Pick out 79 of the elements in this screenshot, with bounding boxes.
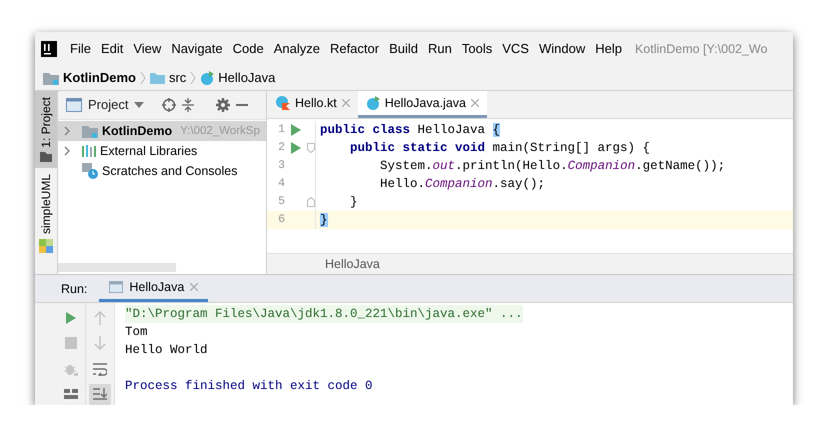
code-line: public class HelloJava { <box>320 122 500 137</box>
chevron-icon <box>140 70 146 85</box>
kotlin-file-icon <box>275 95 290 110</box>
run-icon <box>65 310 77 325</box>
console-line: Tom <box>125 325 148 339</box>
breadcrumb-item[interactable]: HelloJava <box>200 70 276 86</box>
console-icon <box>109 281 124 293</box>
line-number: 2 <box>277 141 285 154</box>
menu-item[interactable]: Code <box>228 41 269 56</box>
up-arrow-icon <box>94 310 106 325</box>
menu-item[interactable]: Edit <box>96 41 128 56</box>
fold-marker-icon[interactable] <box>307 196 315 207</box>
breadcrumb-item[interactable]: src <box>150 70 186 86</box>
stop-icon <box>65 337 77 350</box>
run-icon[interactable] <box>291 124 301 136</box>
file-tab[interactable]: Hello.kt <box>267 90 358 118</box>
scrollbar-thumb[interactable] <box>58 263 176 272</box>
class-icon <box>366 96 380 110</box>
panel-icon <box>66 98 82 112</box>
settings-icon[interactable] <box>216 98 230 112</box>
menu-item[interactable]: View <box>128 41 166 56</box>
menu-item[interactable]: Window <box>534 41 590 56</box>
menu-item[interactable]: Help <box>590 41 627 56</box>
panel-title[interactable]: Project <box>88 97 128 112</box>
line-number: 3 <box>277 159 285 172</box>
toolbar-button[interactable] <box>89 384 111 405</box>
folder-icon <box>43 70 59 85</box>
code-line: } <box>349 194 358 209</box>
code-line: public static void main(String[] args) { <box>349 140 650 155</box>
uml-icon <box>39 239 53 254</box>
breadcrumb-bar[interactable]: HelloJava <box>267 253 793 274</box>
tree-item[interactable]: External Libraries <box>58 140 266 161</box>
soft-wrap-icon <box>93 362 107 376</box>
console-line: Process finished with exit code 0 <box>125 379 373 393</box>
collapse-icon[interactable] <box>182 98 194 112</box>
menu-item[interactable]: Refactor <box>324 41 384 56</box>
line-number: 6 <box>277 213 285 226</box>
tree-item[interactable]: KotlinDemo Y:\002_WorkSp <box>58 120 266 141</box>
class-icon <box>200 70 214 85</box>
down-arrow-icon <box>94 336 106 350</box>
fold-marker-icon[interactable] <box>307 142 315 153</box>
app-logo-icon <box>41 40 57 57</box>
target-icon[interactable] <box>162 98 176 112</box>
folder-icon <box>40 152 52 162</box>
code-line: System.out.println(Hello.Companion.getName()); <box>379 158 726 173</box>
library-icon <box>82 144 96 157</box>
close-icon[interactable] <box>190 283 198 291</box>
menu-item[interactable]: Navigate <box>166 41 228 56</box>
menu-item[interactable]: Tools <box>456 41 498 56</box>
panel-label: Run: <box>61 282 88 296</box>
run-tab[interactable]: HelloJava <box>99 275 208 302</box>
tool-window-tab[interactable]: simpleUML <box>35 168 57 260</box>
menu-item[interactable]: Build <box>384 41 424 56</box>
line-number: 5 <box>277 195 285 208</box>
breadcrumb-item[interactable]: KotlinDemo <box>43 70 136 86</box>
caret-icon[interactable] <box>134 102 144 108</box>
menu-item[interactable]: Run <box>423 41 457 56</box>
console-line: Hello World <box>125 343 208 357</box>
run-icon[interactable] <box>291 142 301 154</box>
menu-item[interactable]: File <box>65 41 96 56</box>
file-tab[interactable]: HelloJava.java <box>358 90 487 118</box>
folder-icon <box>150 72 165 84</box>
layout-icon <box>64 389 78 400</box>
scroll-to-end-icon <box>93 387 107 402</box>
expand-chevron-icon[interactable] <box>62 126 72 136</box>
tool-window-tab[interactable]: 1: Project <box>35 90 57 168</box>
tree-item[interactable]: Scratches and Consoles <box>58 160 266 181</box>
line-number: 1 <box>277 123 285 136</box>
folder-icon <box>82 124 98 138</box>
close-icon[interactable] <box>342 98 350 107</box>
chevron-icon <box>190 70 196 85</box>
line-number: 4 <box>277 177 285 190</box>
window-title: KotlinDemo [Y:\002_Wo <box>634 42 768 56</box>
code-line: Hello.Companion.say(); <box>379 176 546 191</box>
menu-item[interactable]: Analyze <box>268 41 325 56</box>
menu-item[interactable]: VCS <box>497 41 534 56</box>
expand-chevron-icon[interactable] <box>62 146 72 156</box>
scratch-icon <box>82 162 98 179</box>
close-icon[interactable] <box>470 98 479 107</box>
